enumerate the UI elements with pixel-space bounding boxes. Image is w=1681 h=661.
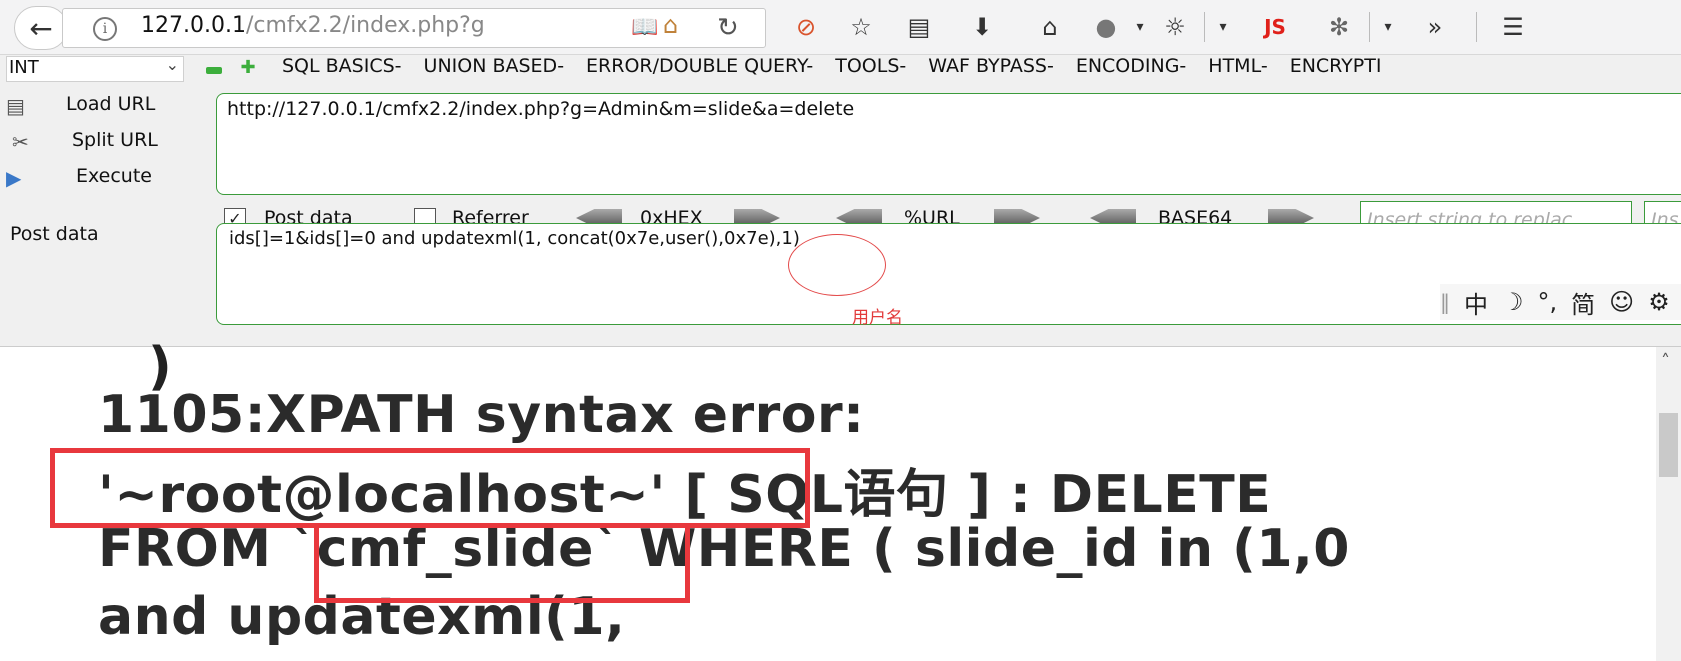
vertical-scrollbar[interactable]: ˄: [1656, 347, 1681, 661]
smiley-icon[interactable]: ☺: [1609, 288, 1634, 316]
menu-sql-basics[interactable]: SQL BASICS-: [282, 55, 402, 77]
split-url-button[interactable]: ✂ Split URL: [4, 127, 204, 157]
url-host: 127.0.0.1: [141, 13, 246, 38]
scrollbar-thumb[interactable]: [1659, 413, 1678, 477]
download-icon[interactable]: ⬇: [948, 13, 1016, 41]
address-bar[interactable]: i 127.0.0.1/cmfx2.2/index.php?g 📖 ⌂ ↻: [62, 8, 766, 48]
blocker-icon[interactable]: ⊘: [780, 13, 832, 41]
ime-toolbar: ‖ 中 ☽ °, 简 ☺ ⚙: [1440, 284, 1681, 320]
post-data-label: Post data: [10, 223, 99, 245]
reload-icon[interactable]: ↻: [717, 13, 739, 43]
menu-waf-bypass[interactable]: WAF BYPASS-: [928, 55, 1054, 77]
home-icon[interactable]: ⌂: [1016, 13, 1084, 41]
execute-button[interactable]: ▶ Execute: [4, 163, 204, 193]
toolbar-separator: [1204, 12, 1205, 42]
chevron-down-icon: ⌄: [165, 55, 179, 74]
highlight-box-user: [50, 448, 810, 528]
hackbar-panel: ▤ Load URL ✂ Split URL ▶ Execute http://…: [0, 83, 1681, 347]
menu-tools[interactable]: TOOLS-: [835, 55, 906, 77]
moon-icon[interactable]: ☽: [1502, 288, 1524, 316]
menu-encoding[interactable]: ENCODING-: [1076, 55, 1186, 77]
load-url-label: Load URL: [66, 93, 156, 115]
load-url-button[interactable]: ▤ Load URL: [4, 91, 204, 121]
type-select-value: INT: [9, 57, 39, 78]
scissors-icon: ✂: [12, 130, 29, 154]
info-icon[interactable]: i: [93, 17, 117, 41]
page-content: ) 1105:XPATH syntax error: '~root@localh…: [0, 337, 1650, 661]
post-data-value: ids[]=1&ids[]=0 and updatexml(1, concat(…: [229, 228, 800, 249]
gear-icon[interactable]: ⚙: [1648, 288, 1670, 316]
hackbar-menus: SQL BASICS- UNION BASED- ERROR/DOUBLE QU…: [282, 55, 1403, 77]
back-arrow-icon: ←: [29, 11, 53, 45]
overflow-icon[interactable]: »: [1400, 13, 1470, 41]
dropdown-arrow-icon[interactable]: ▾: [1376, 19, 1400, 35]
play-icon: ▶: [6, 166, 22, 190]
dropdown-arrow-icon[interactable]: ▾: [1128, 19, 1152, 35]
load-url-icon: ▤: [6, 94, 25, 118]
toolbar-icons: ⊘ ☆ ▤ ⬇ ⌂ ● ▾ ☼ ▾ JS ✻ ▾ » ☰: [780, 4, 1543, 50]
js-icon[interactable]: JS: [1235, 15, 1315, 39]
hackbar-toolbar: INT ⌄ ✚ SQL BASICS- UNION BASED- ERROR/D…: [0, 55, 1681, 83]
reading-list-icon[interactable]: ▤: [890, 13, 948, 41]
dropdown-arrow-icon[interactable]: ▾: [1211, 19, 1235, 35]
menu-encryption[interactable]: ENCRYPTI: [1290, 55, 1382, 77]
ime-punctuation[interactable]: °,: [1538, 288, 1558, 316]
reader-view-icon[interactable]: 📖: [631, 15, 658, 40]
menu-union-based[interactable]: UNION BASED-: [424, 55, 565, 77]
annotation-label: 用户名: [852, 308, 903, 328]
menu-html[interactable]: HTML-: [1208, 55, 1267, 77]
toolbar-separator: [1476, 12, 1477, 42]
ime-grip-icon: ‖: [1440, 290, 1450, 314]
annotation-circle: [788, 234, 886, 296]
menu-error-double-query[interactable]: ERROR/DOUBLE QUERY-: [586, 55, 813, 77]
highlight-box-table: [314, 523, 690, 603]
error-line-3: FROM `cmf_slide` WHERE ( slide_id in (1,…: [98, 519, 1350, 579]
browser-navbar: ← i 127.0.0.1/cmfx2.2/index.php?g 📖 ⌂ ↻ …: [0, 0, 1681, 55]
ime-chinese-mode[interactable]: 中: [1464, 285, 1488, 320]
error-line-1: 1105:XPATH syntax error:: [98, 385, 865, 445]
ime-simplified[interactable]: 简: [1571, 285, 1595, 320]
url-textarea[interactable]: http://127.0.0.1/cmfx2.2/index.php?g=Adm…: [216, 93, 1681, 195]
url-textarea-value: http://127.0.0.1/cmfx2.2/index.php?g=Adm…: [227, 98, 855, 120]
url-path: /cmfx2.2/index.php?g: [245, 13, 485, 38]
plus-icon[interactable]: ✚: [240, 59, 256, 77]
addon-globe-icon[interactable]: ●: [1084, 13, 1128, 41]
scroll-up-icon[interactable]: ˄: [1661, 351, 1670, 372]
site-icon[interactable]: ⌂: [663, 11, 678, 39]
hamburger-menu-icon[interactable]: ☰: [1483, 13, 1543, 41]
minus-icon[interactable]: [206, 67, 222, 74]
back-button[interactable]: ←: [14, 6, 68, 50]
address-text[interactable]: 127.0.0.1/cmfx2.2/index.php?g: [141, 13, 611, 38]
split-url-label: Split URL: [72, 129, 158, 151]
toolbar-separator: [1369, 12, 1370, 42]
execute-label: Execute: [76, 165, 152, 187]
cookie-icon[interactable]: ☼: [1152, 13, 1198, 41]
bookmark-star-icon[interactable]: ☆: [832, 13, 890, 41]
bug-icon[interactable]: ✻: [1315, 13, 1363, 41]
type-select[interactable]: INT ⌄: [6, 55, 184, 82]
